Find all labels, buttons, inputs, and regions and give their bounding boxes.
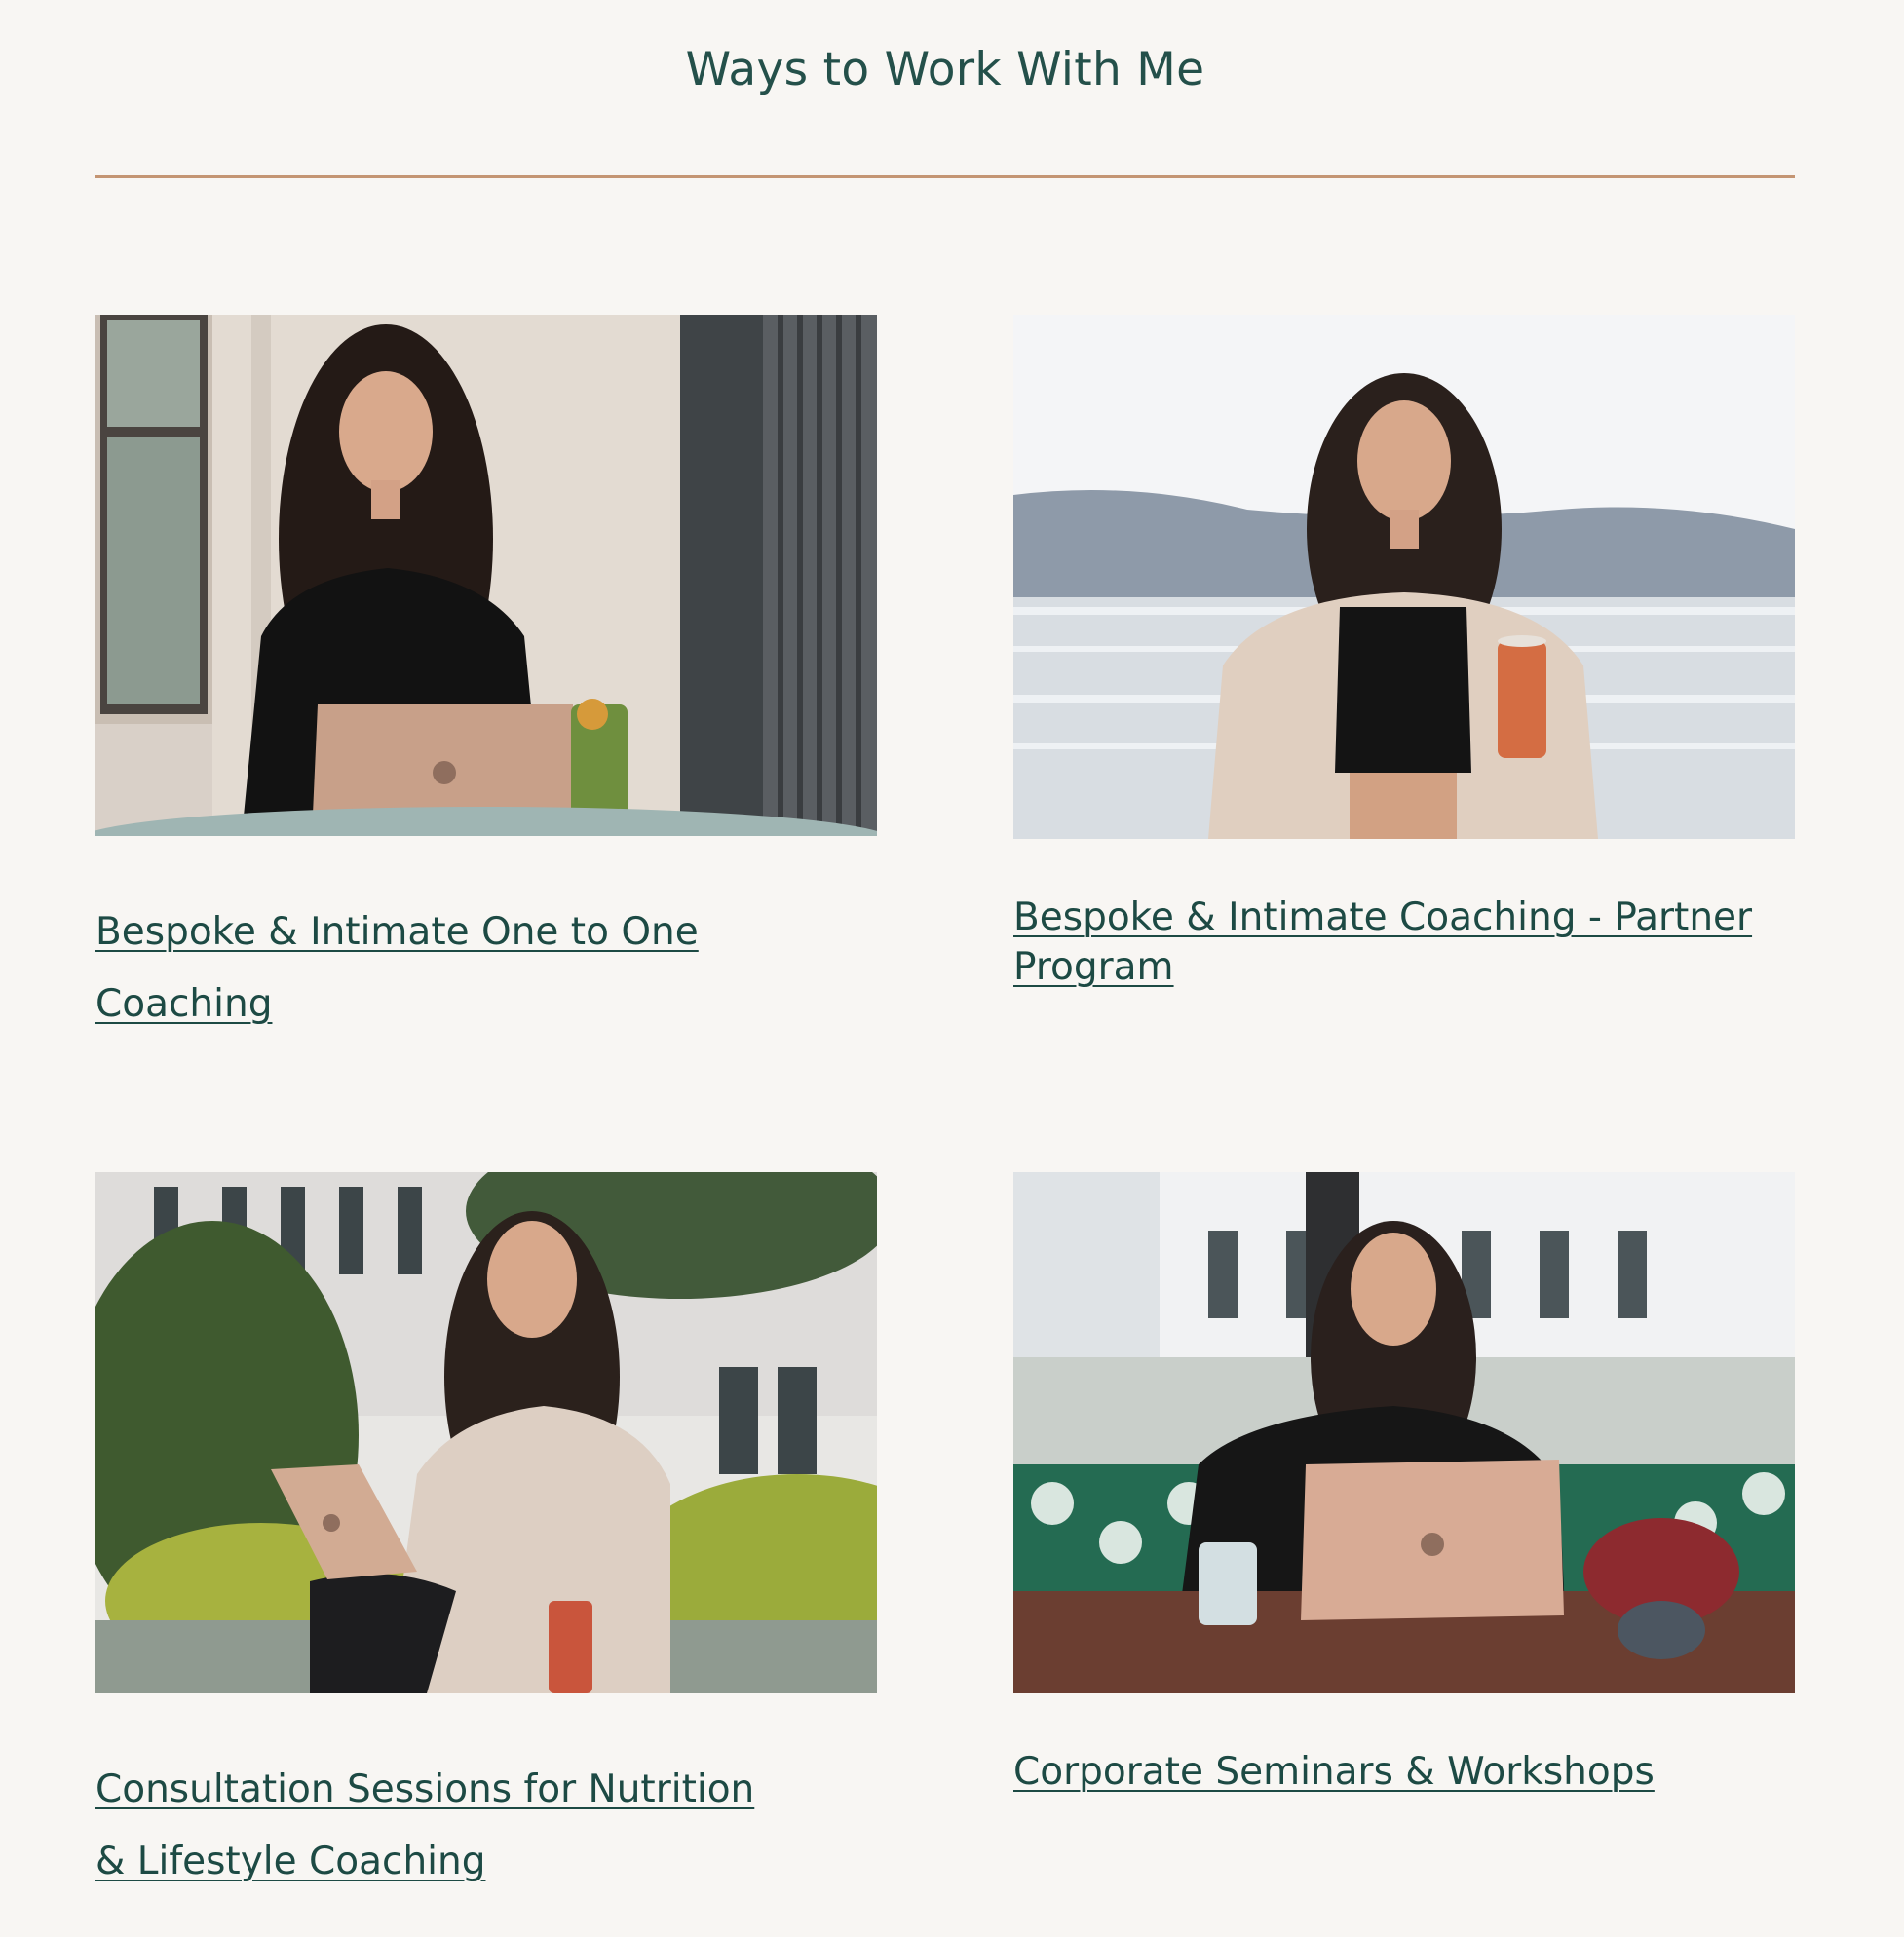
service-card-consultation: Consultation Sessions for Nutrition & Li… [95, 1172, 877, 1898]
service-card-one-to-one: Bespoke & Intimate One to One Coaching [95, 315, 877, 1041]
service-card-corporate: Corporate Seminars & Workshops [1013, 1172, 1795, 1797]
card-title-link-corporate[interactable]: Corporate Seminars & Workshops [1013, 1747, 1795, 1797]
service-card-partner-program: Bespoke & Intimate Coaching - Partner Pr… [1013, 315, 1795, 992]
card-title-link-consultation[interactable]: Consultation Sessions for Nutrition & Li… [95, 1754, 758, 1898]
section-divider [95, 175, 1795, 178]
card-title-link-one-to-one[interactable]: Bespoke & Intimate One to One Coaching [95, 896, 758, 1041]
card-photo-consultation[interactable] [95, 1172, 877, 1693]
card-title-link-partner-program[interactable]: Bespoke & Intimate Coaching - Partner Pr… [1013, 893, 1795, 992]
page-title: Ways to Work With Me [685, 43, 1205, 96]
card-photo-partner-program[interactable] [1013, 315, 1795, 839]
card-photo-corporate[interactable] [1013, 1172, 1795, 1693]
card-photo-one-to-one[interactable] [95, 315, 877, 836]
